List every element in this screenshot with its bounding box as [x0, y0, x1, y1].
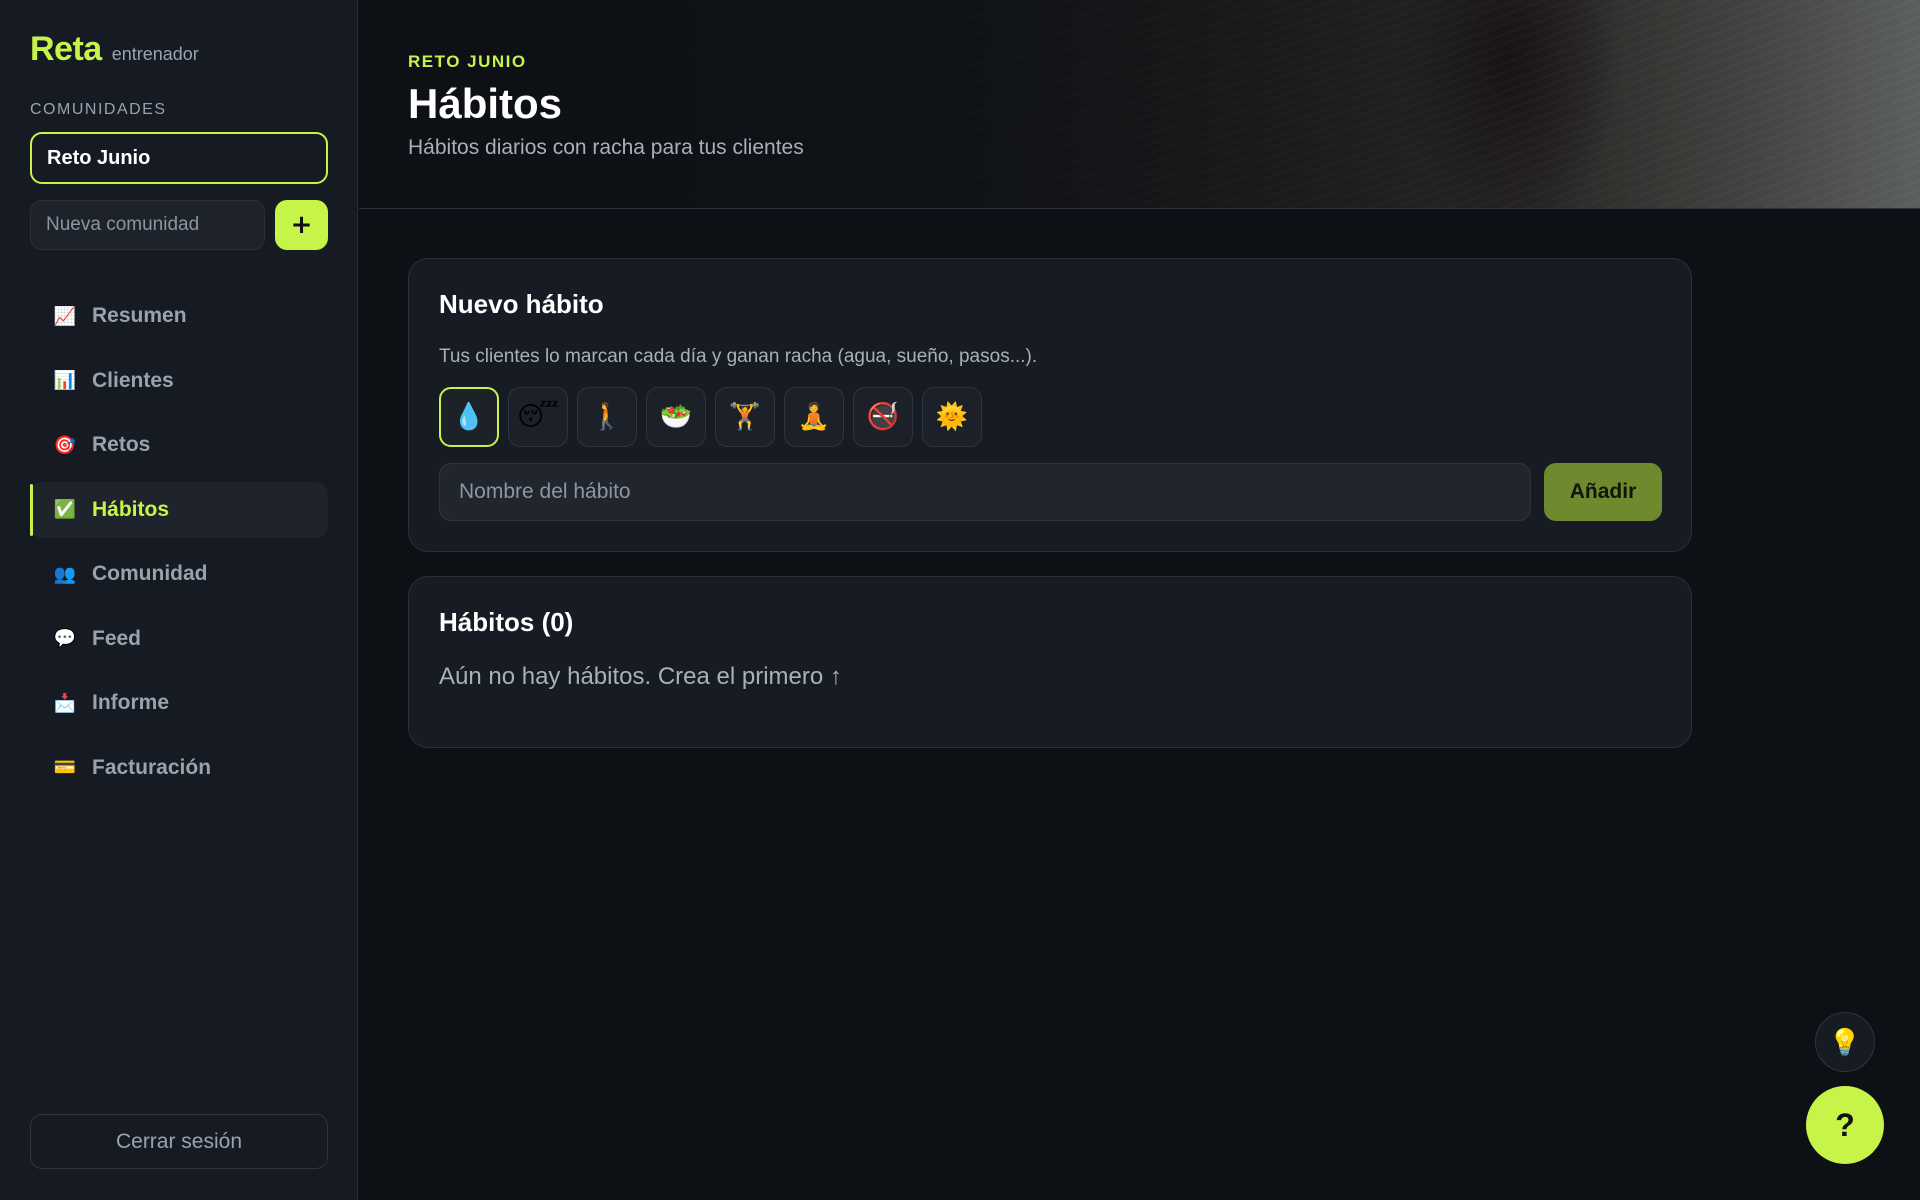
page-subtitle: Hábitos diarios con racha para tus clien…: [408, 136, 804, 159]
nav-item-label: Clientes: [92, 368, 174, 392]
habits-list-title: Hábitos (0): [439, 607, 574, 637]
weightlifter-icon[interactable]: 🏋: [715, 387, 775, 447]
person-walking-icon[interactable]: 🚶: [577, 387, 637, 447]
habit-name-input[interactable]: [439, 463, 1531, 521]
nav-item-habitos[interactable]: ✅ Hábitos: [30, 481, 328, 538]
nav-item-label: Retos: [92, 433, 151, 456]
nav-item-resumen[interactable]: 📈 Resumen: [30, 288, 328, 344]
brand-logo[interactable]: Reta: [30, 30, 102, 69]
mailbox-icon: 📩: [53, 692, 77, 713]
nav-item-label: Facturación: [92, 755, 212, 779]
habits-list-card: Hábitos (0) Aún no hay hábitos. Crea el …: [408, 576, 1692, 748]
logout-button[interactable]: Cerrar sesión: [30, 1114, 328, 1169]
check-box-icon: ✅: [53, 499, 77, 519]
new-habit-card: Nuevo hábito Tus clientes lo marcan cada…: [408, 258, 1692, 552]
person-meditating-icon[interactable]: 🧘: [784, 387, 844, 447]
nav-item-facturacion[interactable]: 💳 Facturación: [30, 740, 328, 796]
main-nav: 📈 Resumen 📊 Clientes 🎯 Retos ✅ Hábitos 👥…: [30, 288, 328, 804]
sun-icon[interactable]: 🌞: [922, 387, 982, 447]
habit-icon-picker: 💧 😴 🚶 🥗 🏋 🧘 🚭 🌞: [439, 387, 982, 447]
sleeping-face-icon[interactable]: 😴: [508, 387, 568, 447]
lightbulb-icon[interactable]: 💡: [1815, 1012, 1875, 1072]
nav-item-retos[interactable]: 🎯 Retos: [30, 417, 328, 473]
new-habit-title: Nuevo hábito: [439, 289, 604, 319]
user-role-label: entrenador: [111, 44, 199, 64]
help-button[interactable]: ?: [1806, 1086, 1884, 1164]
habits-empty-state: Aún no hay hábitos. Crea el primero ↑: [439, 663, 842, 690]
nav-item-label: Informe: [92, 691, 170, 714]
nav-item-feed[interactable]: 💬 Feed: [30, 611, 328, 667]
nav-item-label: Hábitos: [92, 497, 170, 521]
page-title: Hábitos: [408, 80, 563, 127]
brand: Reta entrenador: [30, 30, 199, 69]
new-habit-description: Tus clientes lo marcan cada día y ganan …: [439, 346, 1038, 367]
community-eyebrow: RETO JUNIO: [408, 52, 527, 71]
new-community-input[interactable]: [30, 200, 265, 250]
no-smoking-icon[interactable]: 🚭: [853, 387, 913, 447]
target-icon: 🎯: [53, 434, 77, 455]
nav-item-label: Comunidad: [92, 562, 208, 585]
nav-item-label: Resumen: [92, 304, 187, 327]
chart-increasing-icon: 📈: [53, 305, 77, 326]
nav-item-label: Feed: [92, 626, 142, 650]
credit-card-icon: 💳: [53, 757, 77, 777]
nav-item-informe[interactable]: 📩 Informe: [30, 675, 328, 731]
nav-item-clientes[interactable]: 📊 Clientes: [30, 353, 328, 409]
sidebar: Reta entrenador COMUNIDADES Reto Junio +…: [0, 0, 358, 1200]
salad-icon[interactable]: 🥗: [646, 387, 706, 447]
nav-item-comunidad[interactable]: 👥 Comunidad: [30, 546, 328, 602]
speech-bubble-icon: 💬: [53, 628, 77, 648]
add-community-button[interactable]: +: [275, 200, 328, 250]
communities-section-label: COMUNIDADES: [30, 101, 167, 118]
page-header-banner: RETO JUNIO Hábitos Hábitos diarios con r…: [359, 0, 1920, 209]
bar-chart-icon: 📊: [53, 370, 77, 390]
people-icon: 👥: [53, 563, 77, 584]
add-habit-button[interactable]: Añadir: [1544, 463, 1662, 521]
water-drop-icon[interactable]: 💧: [439, 387, 499, 447]
community-selector[interactable]: Reto Junio: [30, 132, 328, 184]
